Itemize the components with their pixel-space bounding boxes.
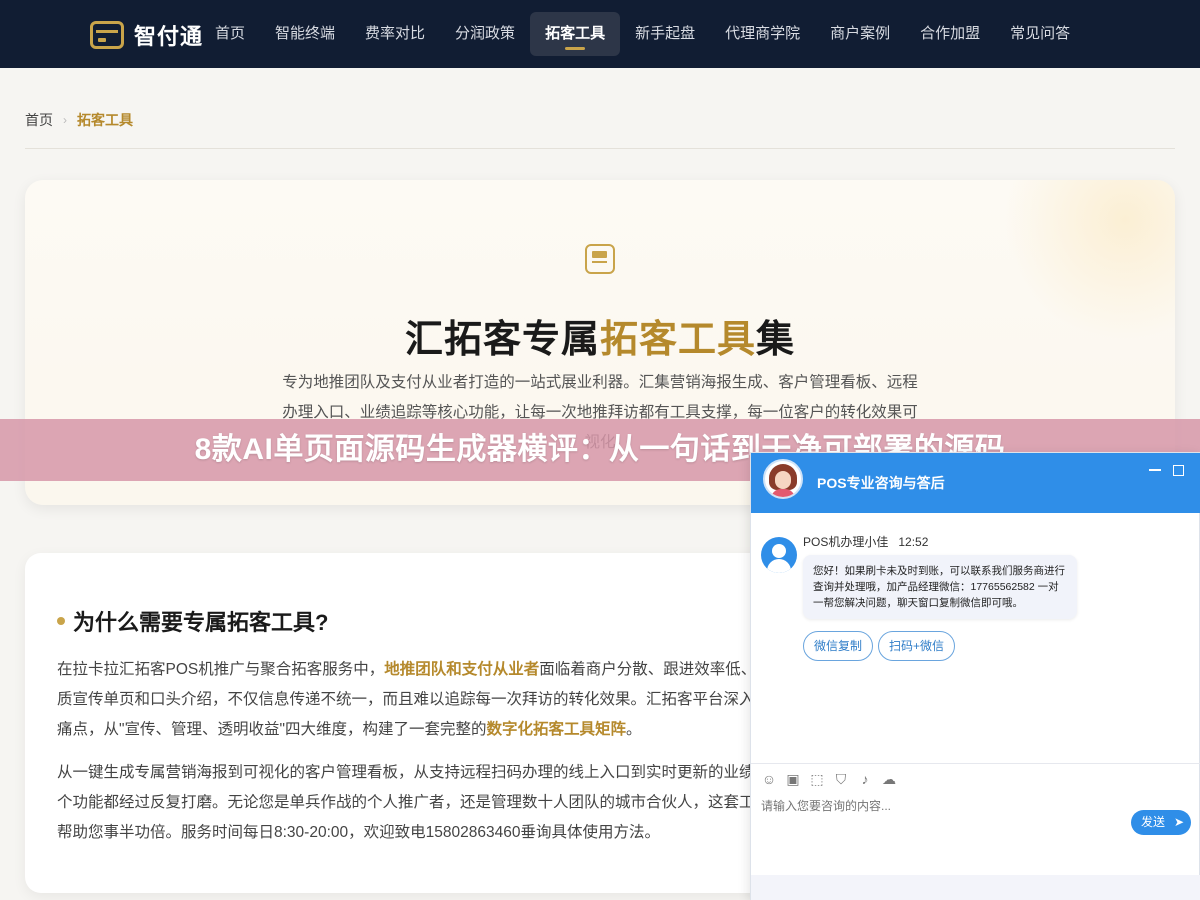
- main-nav: 首页 智能终端 费率对比 分润政策 拓客工具 新手起盘 代理商学院 商户案例 合…: [200, 12, 1085, 56]
- send-arrow-icon: ➤: [1173, 815, 1184, 829]
- message-time: 12:52: [898, 535, 929, 549]
- chat-input[interactable]: [761, 799, 1121, 813]
- why-paragraph-2: 从一键生成专属营销海报到可视化的客户管理看板，从支持远程扫码办理的线上入口到实时…: [57, 764, 817, 841]
- breadcrumb-home[interactable]: 首页: [25, 110, 53, 130]
- chat-title: POS专业咨询与答后: [817, 475, 945, 491]
- nav-item-cases[interactable]: 商户案例: [815, 12, 905, 56]
- top-navbar: 智付通 首页 智能终端 费率对比 分润政策 拓客工具 新手起盘 代理商学院 商户…: [0, 0, 1200, 68]
- nav-item-faq[interactable]: 常见问答: [995, 12, 1085, 56]
- maximize-icon[interactable]: [1173, 465, 1184, 476]
- brand-name: 智付通: [134, 24, 204, 49]
- breadcrumb: 首页 › 拓客工具: [25, 110, 133, 130]
- chat-footer: [751, 875, 1200, 900]
- message-meta: POS机办理小佳 12:52: [803, 533, 928, 550]
- chat-header: POS专业咨询与答后: [751, 453, 1200, 513]
- shield-icon[interactable]: ⛉: [833, 771, 849, 788]
- user-avatar-icon: [761, 537, 797, 573]
- divider: [25, 148, 1175, 149]
- nav-item-smart-terminal[interactable]: 智能终端: [260, 12, 350, 56]
- emoji-icon[interactable]: ☺: [761, 771, 777, 788]
- nav-item-tools[interactable]: 拓客工具: [530, 12, 621, 56]
- minimize-icon[interactable]: [1149, 463, 1161, 475]
- message-sender: POS机办理小佳: [803, 535, 889, 549]
- toolbox-icon: [585, 244, 615, 274]
- breadcrumb-current: 拓客工具: [77, 112, 133, 128]
- send-button[interactable]: 发送 ➤: [1131, 810, 1191, 835]
- bullet-dot-icon: [57, 617, 65, 625]
- why-paragraph-1: 在拉卡拉汇拓客POS机推广与聚合拓客服务中，地推团队和支付从业者面临着商户分散、…: [57, 661, 817, 738]
- nav-item-profit-policy[interactable]: 分润政策: [440, 12, 530, 56]
- nav-item-join[interactable]: 合作加盟: [905, 12, 995, 56]
- nav-item-academy[interactable]: 代理商学院: [710, 12, 815, 56]
- message-bubble: 您好！如果刷卡未及时到账，可以联系我们服务商进行查询并处理哦，加产品经理微信：1…: [803, 555, 1077, 619]
- chat-divider: [751, 763, 1200, 764]
- copy-wechat-button[interactable]: 微信复制: [803, 631, 874, 661]
- wechat-icon[interactable]: ☁: [881, 771, 897, 788]
- breadcrumb-separator-icon: ›: [63, 113, 67, 127]
- chat-toolbar: ☺ ▣ ⬚ ⛉ ♪ ☁: [761, 771, 897, 788]
- nav-item-home[interactable]: 首页: [200, 12, 260, 56]
- nav-item-beginner[interactable]: 新手起盘: [620, 12, 710, 56]
- section-title: 为什么需要专属拓客工具?: [57, 605, 328, 637]
- agent-avatar: [763, 459, 803, 499]
- card-icon: [90, 21, 124, 49]
- image-icon[interactable]: ▣: [785, 771, 801, 788]
- chat-widget: POS专业咨询与答后 POS机办理小佳 12:52 您好！如果刷卡未及时到账，可以…: [750, 452, 1200, 900]
- scan-wechat-button[interactable]: 扫码+微信: [878, 631, 956, 661]
- voice-icon[interactable]: ♪: [857, 771, 873, 788]
- brand-logo[interactable]: 智付通: [90, 19, 203, 51]
- screenshot-icon[interactable]: ⬚: [809, 771, 825, 788]
- page-title: 汇拓客专属拓客工具集: [404, 319, 796, 361]
- nav-item-rate-compare[interactable]: 费率对比: [350, 12, 440, 56]
